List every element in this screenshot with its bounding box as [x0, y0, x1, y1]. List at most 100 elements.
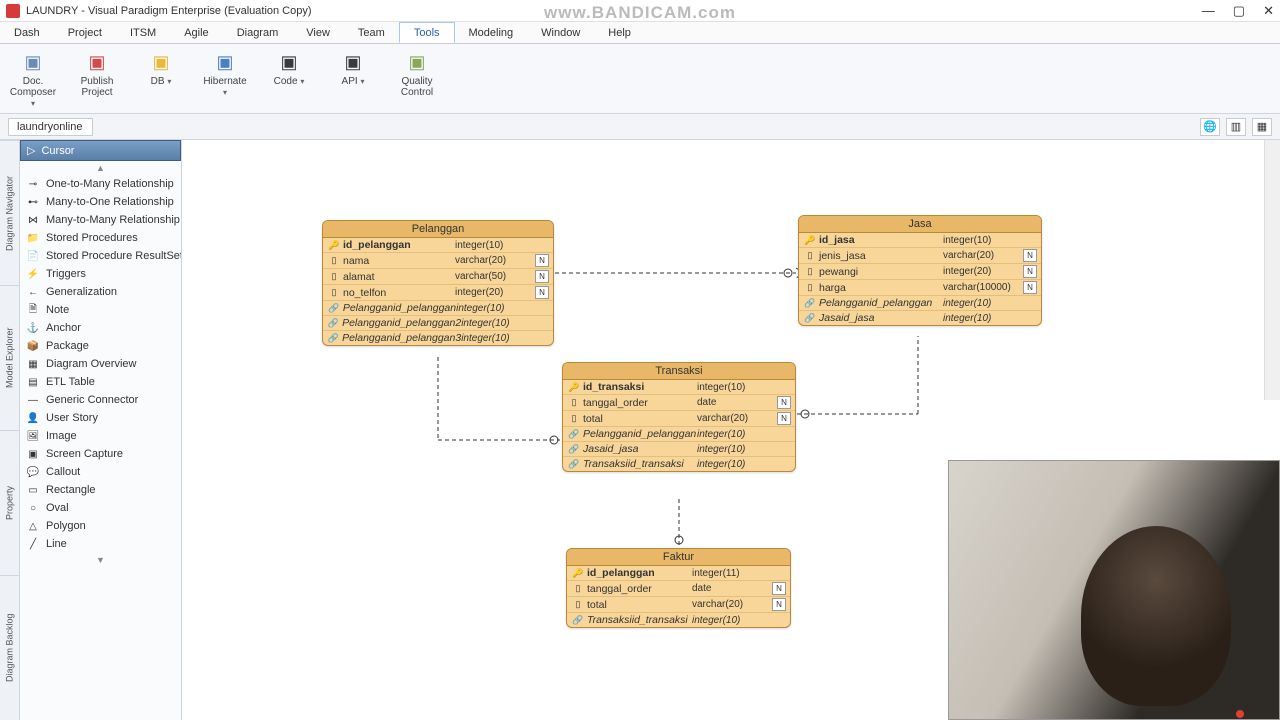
table-row[interactable]: 🔑 id_transaksi integer(10) — [563, 380, 795, 395]
table-row[interactable]: 🔗 Pelangganid_pelanggan2 integer(10) — [323, 316, 553, 331]
palette-label: Image — [46, 430, 77, 442]
table-row[interactable]: 🔗 Jasaid_jasa integer(10) — [563, 442, 795, 457]
palette-cursor[interactable]: ▷ Cursor — [20, 140, 181, 161]
menu-team[interactable]: Team — [344, 22, 399, 43]
table-row[interactable]: ▯ nama varchar(20) N — [323, 253, 553, 269]
erd-table-pelanggan[interactable]: Pelanggan 🔑 id_pelanggan integer(10) ▯ n… — [322, 220, 554, 346]
close-button[interactable]: ✕ — [1263, 3, 1274, 19]
table-row[interactable]: 🔗 Pelangganid_pelanggan integer(10) — [799, 296, 1041, 311]
palette-etl-table[interactable]: ▤ETL Table — [20, 373, 181, 391]
ribbon-doc-composer[interactable]: ▣Doc. Composer ▾ — [8, 48, 58, 109]
menu-help[interactable]: Help — [594, 22, 645, 43]
palette-many-to-one-relationship[interactable]: ⊷Many-to-One Relationship — [20, 193, 181, 211]
vertical-scrollbar[interactable] — [1264, 140, 1280, 400]
palette-label: Line — [46, 538, 67, 550]
palette-label: ETL Table — [46, 376, 95, 388]
column-icon: 🔗 — [567, 429, 581, 440]
toolbar-icon-3[interactable]: ▦ — [1252, 118, 1272, 136]
recording-indicator — [1236, 710, 1244, 718]
erd-table-faktur[interactable]: Faktur 🔑 id_pelanggan integer(11) ▯ tang… — [566, 548, 791, 628]
palette-diagram-overview[interactable]: ▦Diagram Overview — [20, 355, 181, 373]
column-name: id_pelanggan — [341, 239, 455, 251]
table-row[interactable]: 🔗 Pelangganid_pelanggan3 integer(10) — [323, 331, 553, 345]
palette-label: Many-to-Many Relationship — [46, 214, 180, 226]
palette-screen-capture[interactable]: ▣Screen Capture — [20, 445, 181, 463]
palette-triggers[interactable]: ⚡Triggers — [20, 265, 181, 283]
palette-package[interactable]: 📦Package — [20, 337, 181, 355]
table-row[interactable]: ▯ pewangi integer(20) N — [799, 264, 1041, 280]
toolbar-icon-2[interactable]: ▥ — [1226, 118, 1246, 136]
palette-note[interactable]: 🗎Note — [20, 301, 181, 319]
vtab-property[interactable]: Property — [0, 430, 19, 575]
table-row[interactable]: 🔗 Pelangganid_pelanggan integer(10) — [323, 301, 553, 316]
column-type: integer(11) — [692, 568, 772, 579]
menu-view[interactable]: View — [292, 22, 344, 43]
vtab-model-explorer[interactable]: Model Explorer — [0, 285, 19, 430]
erd-table-jasa[interactable]: Jasa 🔑 id_jasa integer(10) ▯ jenis_jasa … — [798, 215, 1042, 326]
table-row[interactable]: 🔗 Pelangganid_pelanggan integer(10) — [563, 427, 795, 442]
palette-label: Many-to-One Relationship — [46, 196, 174, 208]
ribbon-code[interactable]: ▣Code ▾ — [264, 48, 314, 109]
menu-agile[interactable]: Agile — [170, 22, 222, 43]
table-row[interactable]: 🔑 id_pelanggan integer(10) — [323, 238, 553, 253]
table-row[interactable]: ▯ total varchar(20) N — [563, 411, 795, 427]
maximize-button[interactable]: ▢ — [1233, 3, 1245, 19]
palette-user-story[interactable]: 👤User Story — [20, 409, 181, 427]
menu-project[interactable]: Project — [54, 22, 116, 43]
table-row[interactable]: ▯ no_telfon integer(20) N — [323, 285, 553, 301]
vtab-diagram-backlog[interactable]: Diagram Backlog — [0, 575, 19, 720]
column-icon: ▯ — [327, 271, 341, 282]
column-icon: 🔗 — [327, 318, 340, 329]
diagram-canvas[interactable]: Pelanggan 🔑 id_pelanggan integer(10) ▯ n… — [182, 140, 1280, 720]
nullable-flag: N — [1023, 281, 1037, 294]
column-name: jenis_jasa — [817, 250, 943, 262]
table-row[interactable]: ▯ tanggal_order date N — [567, 581, 790, 597]
column-type: integer(10) — [697, 429, 777, 440]
ribbon-db[interactable]: ▣DB ▾ — [136, 48, 186, 109]
palette-polygon[interactable]: △Polygon — [20, 517, 181, 535]
menu-itsm[interactable]: ITSM — [116, 22, 170, 43]
table-row[interactable]: 🔑 id_jasa integer(10) — [799, 233, 1041, 248]
ribbon-hibernate[interactable]: ▣Hibernate ▾ — [200, 48, 250, 109]
menu-diagram[interactable]: Diagram — [223, 22, 293, 43]
ribbon-publish-project[interactable]: ▣Publish Project — [72, 48, 122, 109]
menu-window[interactable]: Window — [527, 22, 594, 43]
palette-many-to-many-relationship[interactable]: ⋈Many-to-Many Relationship — [20, 211, 181, 229]
palette-stored-procedures[interactable]: 📁Stored Procedures — [20, 229, 181, 247]
collapse-indicator[interactable]: ▲ — [20, 161, 181, 175]
table-row[interactable]: ▯ total varchar(20) N — [567, 597, 790, 613]
toolbar-icon-1[interactable]: 🌐 — [1200, 118, 1220, 136]
erd-table-transaksi[interactable]: Transaksi 🔑 id_transaksi integer(10) ▯ t… — [562, 362, 796, 472]
palette-label: Note — [46, 304, 69, 316]
ribbon-api[interactable]: ▣API ▾ — [328, 48, 378, 109]
column-icon: 🔗 — [327, 333, 340, 344]
vtab-diagram-navigator[interactable]: Diagram Navigator — [0, 140, 19, 285]
table-row[interactable]: ▯ tanggal_order date N — [563, 395, 795, 411]
column-icon: ▯ — [327, 255, 341, 266]
palette-oval[interactable]: ○Oval — [20, 499, 181, 517]
menu-tools[interactable]: Tools — [399, 22, 455, 43]
palette-one-to-many-relationship[interactable]: ⊸One-to-Many Relationship — [20, 175, 181, 193]
table-row[interactable]: 🔑 id_pelanggan integer(11) — [567, 566, 790, 581]
table-row[interactable]: 🔗 Jasaid_jasa integer(10) — [799, 311, 1041, 325]
palette-label: Stored Procedure ResultSet — [46, 250, 181, 262]
expand-indicator[interactable]: ▼ — [20, 553, 181, 567]
menu-dash[interactable]: Dash — [0, 22, 54, 43]
palette-generic-connector[interactable]: —Generic Connector — [20, 391, 181, 409]
palette-generalization[interactable]: ←Generalization — [20, 283, 181, 301]
palette-stored-procedure-resultset[interactable]: 📄Stored Procedure ResultSet — [20, 247, 181, 265]
palette-rectangle[interactable]: ▭Rectangle — [20, 481, 181, 499]
palette-image[interactable]: 🖼Image — [20, 427, 181, 445]
table-row[interactable]: 🔗 Transaksiid_transaksi integer(10) — [567, 613, 790, 627]
breadcrumb-item[interactable]: laundryonline — [8, 118, 93, 136]
palette-anchor[interactable]: ⚓Anchor — [20, 319, 181, 337]
palette-callout[interactable]: 💬Callout — [20, 463, 181, 481]
table-row[interactable]: ▯ jenis_jasa varchar(20) N — [799, 248, 1041, 264]
ribbon-quality-control[interactable]: ▣Quality Control — [392, 48, 442, 109]
menu-modeling[interactable]: Modeling — [455, 22, 528, 43]
table-row[interactable]: ▯ harga varchar(10000) N — [799, 280, 1041, 296]
table-row[interactable]: ▯ alamat varchar(50) N — [323, 269, 553, 285]
table-row[interactable]: 🔗 Transaksiid_transaksi integer(10) — [563, 457, 795, 471]
minimize-button[interactable]: — — [1202, 3, 1215, 19]
palette-line[interactable]: ╱Line — [20, 535, 181, 553]
